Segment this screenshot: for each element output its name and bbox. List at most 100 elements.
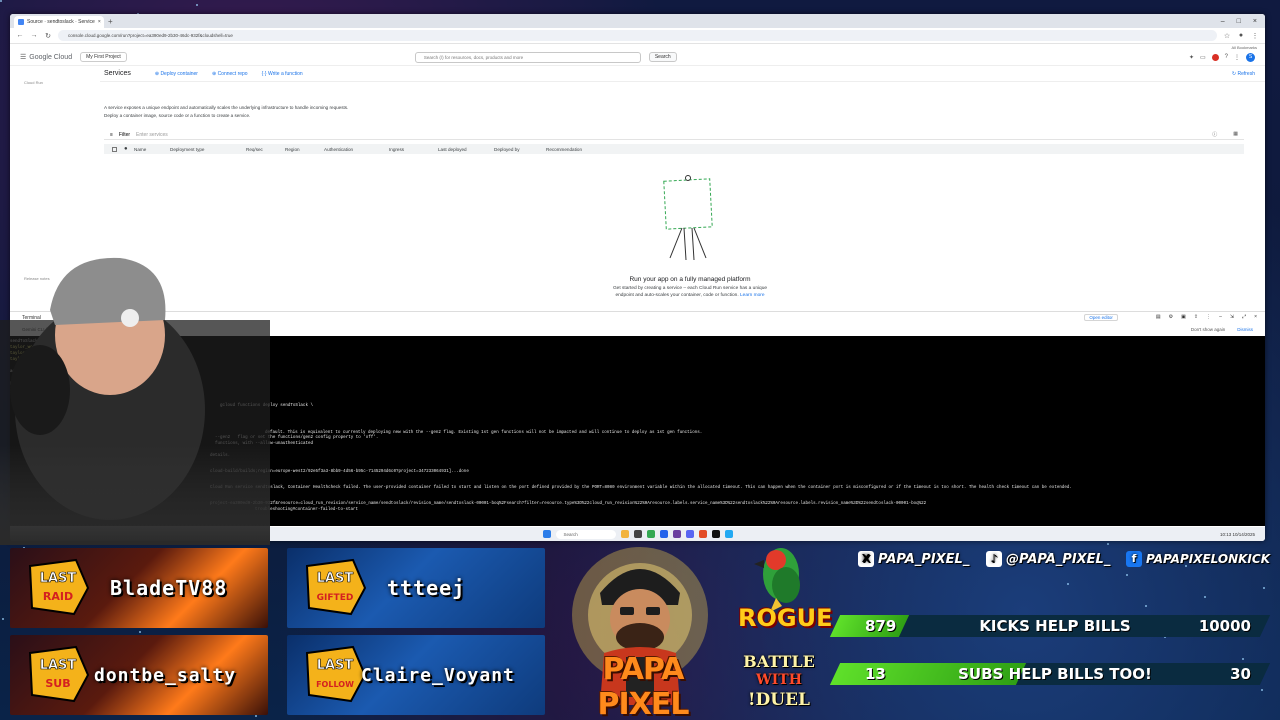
minimize-panel-icon[interactable]: – <box>1219 314 1222 321</box>
new-tab-icon[interactable]: + <box>108 17 113 26</box>
column-last-deployed[interactable]: Last deployed <box>438 147 467 152</box>
minimize-icon[interactable]: – <box>1221 18 1225 25</box>
learn-more-link[interactable]: Learn more <box>740 293 765 298</box>
menu-dots-icon[interactable]: ⋮ <box>1251 32 1259 40</box>
keyboard-icon[interactable]: ▤ <box>1156 314 1161 321</box>
tiktok-handle: @PAPA_PIXEL_ <box>1006 551 1111 567</box>
chrome-icon[interactable] <box>646 530 655 538</box>
app-icon[interactable] <box>698 530 707 538</box>
search-button[interactable]: Search <box>648 52 677 62</box>
write-function-button[interactable]: {·} Write a function <box>262 71 303 77</box>
app-icon[interactable] <box>672 530 681 538</box>
bookmarks-label[interactable]: All Bookmarks <box>1231 45 1257 50</box>
discord-icon[interactable] <box>685 530 694 538</box>
settings-gear-icon[interactable]: ⚙ <box>1169 314 1173 321</box>
services-table-header: ● Name Deployment type Req/sec Region Au… <box>104 144 1244 154</box>
forward-icon[interactable]: → <box>30 32 38 39</box>
gemini-icon[interactable]: ✦ <box>1189 54 1194 61</box>
start-icon[interactable] <box>542 530 551 538</box>
terminal-line: Cloud Run service sendtoslack, Container… <box>210 486 1072 490</box>
browser-tab[interactable]: Source · sendtoslack · Service × <box>14 16 104 28</box>
maximize-panel-icon[interactable]: ⤢ <box>1242 314 1246 321</box>
star-decoration <box>1107 543 1109 545</box>
filter-label: Filter <box>118 131 131 138</box>
more-icon[interactable]: ⋮ <box>1206 314 1211 321</box>
goal-label: KICKS HELP BILLS <box>979 617 1131 635</box>
x-handle: PAPA_PIXEL_ <box>878 551 970 567</box>
column-deployment-type[interactable]: Deployment type <box>170 147 204 152</box>
page-title: Services <box>104 70 131 77</box>
select-all-checkbox[interactable] <box>112 146 117 152</box>
column-req-sec[interactable]: Req/sec <box>246 147 263 152</box>
help-icon[interactable]: ? <box>1225 54 1228 60</box>
file-explorer-icon[interactable] <box>620 530 629 538</box>
social-facebook: f PAPAPIXELONKICK <box>1126 551 1270 567</box>
star-decoration <box>1145 605 1147 607</box>
close-panel-icon[interactable]: × <box>1254 314 1257 321</box>
open-editor-button[interactable]: Open editor <box>1084 314 1118 321</box>
refresh-button[interactable]: ↻ Refresh <box>1232 71 1255 77</box>
url-field[interactable]: console.cloud.google.com/run?project=ea3… <box>58 30 1217 41</box>
facebook-logo-icon: f <box>1126 551 1142 567</box>
terminal-app-icon[interactable] <box>633 530 642 538</box>
settings-icon[interactable]: ⋮ <box>1234 54 1240 61</box>
connect-repo-button[interactable]: ⊕ Connect repo <box>212 71 248 77</box>
close-tab-icon[interactable]: × <box>98 19 101 25</box>
svg-text:LAST: LAST <box>317 571 354 586</box>
maximize-icon[interactable]: □ <box>1237 18 1241 25</box>
svg-text:LAST: LAST <box>40 658 77 673</box>
cloud-shell-icon[interactable]: ▭ <box>1200 54 1206 61</box>
obs-icon[interactable] <box>711 530 720 538</box>
goal-current: 879 <box>865 617 897 635</box>
help-circle-icon[interactable]: ⓘ <box>1212 131 1217 138</box>
web-preview-icon[interactable]: ▣ <box>1181 314 1186 321</box>
avatar[interactable]: S <box>1246 52 1255 62</box>
filter-bar[interactable]: ≡ Filter Enter services ⓘ ▦ <box>104 130 1244 140</box>
app-icon[interactable] <box>724 530 733 538</box>
upload-icon[interactable]: ⇪ <box>1194 314 1198 321</box>
open-new-window-icon[interactable]: ⇲ <box>1230 314 1234 321</box>
notification-badge[interactable] <box>1211 53 1219 61</box>
facebook-handle: PAPAPIXELONKICK <box>1146 552 1271 566</box>
star-decoration <box>1067 583 1069 585</box>
column-ingress[interactable]: Ingress <box>389 147 404 152</box>
filter-input[interactable]: Enter services <box>136 132 168 138</box>
battle-text: BATTLE <box>743 652 815 671</box>
project-picker[interactable]: My First Project <box>80 52 127 62</box>
search-input[interactable]: Search (/) for resources, docs, products… <box>414 51 641 63</box>
star-decoration <box>139 631 141 633</box>
reload-icon[interactable]: ↻ <box>44 32 52 40</box>
refresh-label: Refresh <box>1237 70 1255 77</box>
last-gifted-badge-icon: LAST GIFTED <box>305 558 367 616</box>
sidebar-item-cloud-run[interactable]: Cloud Run <box>24 80 43 85</box>
column-deployed-by[interactable]: Deployed by <box>494 147 520 152</box>
goal-target: 30 <box>1230 665 1251 683</box>
menu-icon[interactable]: ☰ <box>20 53 26 61</box>
back-icon[interactable]: ← <box>16 32 24 39</box>
column-name[interactable]: Name <box>134 147 146 152</box>
svg-text:LAST: LAST <box>317 658 354 673</box>
column-region[interactable]: Region <box>285 147 300 152</box>
column-display-icon[interactable]: ▦ <box>1233 131 1238 138</box>
column-recommendation[interactable]: Recommendation <box>546 147 582 152</box>
last-raid-name: BladeTV88 <box>110 576 228 600</box>
last-raid-panel: LAST RAID BladeTV88 <box>10 548 268 628</box>
star-decoration <box>1204 596 1206 598</box>
dismiss-button[interactable]: Dismiss <box>1237 327 1253 332</box>
dont-show-again-button[interactable]: Don't show again <box>1191 327 1225 332</box>
write-function-label: Write a function <box>268 70 303 77</box>
star-icon[interactable]: ☆ <box>1223 32 1231 40</box>
system-clock[interactable]: 10:13 10/14/2025 <box>1220 532 1255 537</box>
profile-icon[interactable]: ● <box>1237 32 1245 39</box>
column-authentication[interactable]: Authentication <box>324 147 353 152</box>
terminal-line: project-ea390ed9-2b30-932f&resource=clou… <box>210 502 927 506</box>
star-decoration <box>1263 587 1265 589</box>
close-window-icon[interactable]: × <box>1253 18 1257 25</box>
edge-icon[interactable] <box>659 530 668 538</box>
tab-bar: Source · sendtoslack · Service × + – □ × <box>10 14 1265 28</box>
star-decoration <box>1242 658 1244 660</box>
google-cloud-logo[interactable]: ☰ Google Cloud <box>20 53 72 62</box>
deploy-container-button[interactable]: ⊕ Deploy container <box>155 71 198 77</box>
taskbar-search[interactable]: Search <box>555 529 616 539</box>
clock-time: 10:13 <box>1219 531 1232 537</box>
